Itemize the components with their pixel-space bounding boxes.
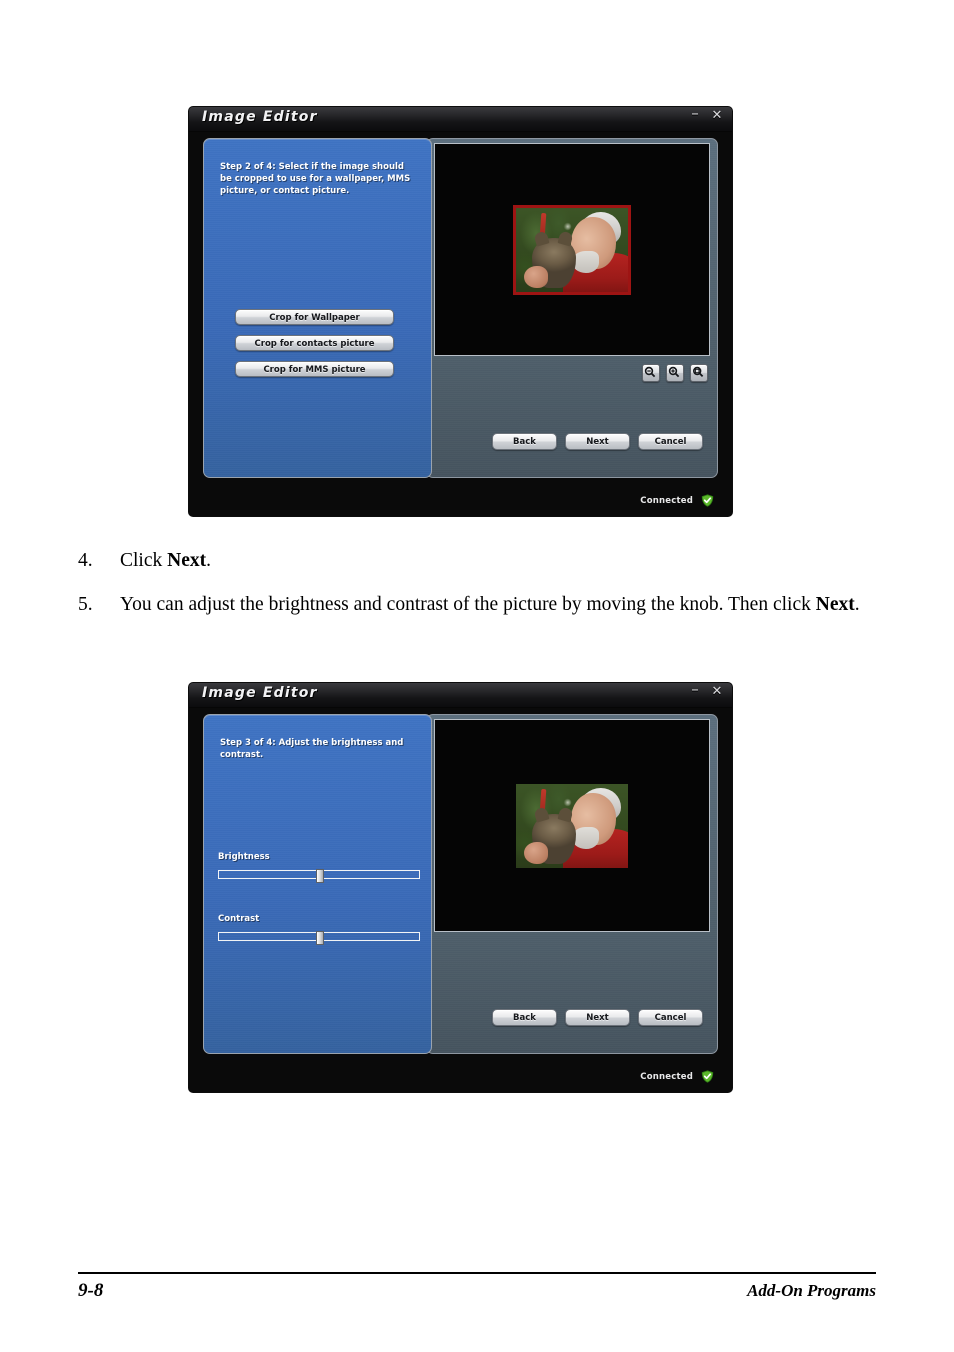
- wizard-panel: Step 3 of 4: Adjust the brightness and c…: [203, 714, 432, 1054]
- brightness-slider[interactable]: [218, 869, 420, 883]
- contrast-slider[interactable]: [218, 931, 420, 945]
- zoom-out-icon[interactable]: [642, 364, 660, 382]
- zoom-in-icon[interactable]: [666, 364, 684, 382]
- zoom-fit-icon[interactable]: [690, 364, 708, 382]
- green-check-shield-icon: [701, 494, 714, 507]
- step-text-bold: Next: [167, 550, 207, 571]
- step-text: You can adjust the brightness and contra…: [120, 592, 868, 618]
- contrast-slider-group: Contrast: [218, 914, 420, 945]
- close-icon[interactable]: ✕: [710, 684, 724, 700]
- minimize-icon[interactable]: –: [688, 107, 702, 121]
- next-button[interactable]: Next: [565, 433, 630, 450]
- window-title: Image Editor: [202, 685, 318, 701]
- brightness-slider-group: Brightness: [218, 852, 420, 883]
- list-item: 5. You can adjust the brightness and con…: [78, 592, 868, 618]
- connection-status-label: Connected: [640, 495, 693, 506]
- preview-photo-with-crop-frame: [513, 204, 631, 295]
- status-bar: Connected: [640, 494, 714, 507]
- crop-for-mms-picture-button[interactable]: Crop for MMS picture: [235, 361, 394, 377]
- close-icon[interactable]: ✕: [710, 108, 724, 124]
- step-instruction-text: Step 3 of 4: Adjust the brightness and c…: [220, 738, 404, 760]
- preview-photo-wrapper: [513, 204, 631, 295]
- photo-hand: [523, 266, 549, 289]
- list-item: 4. Click Next.: [78, 548, 868, 574]
- window-title: Image Editor: [202, 109, 318, 125]
- back-button[interactable]: Back: [492, 433, 557, 450]
- connection-status-label: Connected: [640, 1071, 693, 1082]
- brightness-label: Brightness: [218, 852, 270, 862]
- step-number: 4.: [78, 550, 93, 571]
- photo-hand: [523, 842, 549, 865]
- footer-divider: [78, 1272, 876, 1274]
- minimize-icon[interactable]: –: [688, 683, 702, 697]
- wizard-navigation: Back Next Cancel: [492, 433, 703, 450]
- cancel-button[interactable]: Cancel: [638, 433, 703, 450]
- brightness-slider-knob[interactable]: [316, 869, 324, 883]
- cancel-button[interactable]: Cancel: [638, 1009, 703, 1026]
- step-instruction-text: Step 2 of 4: Select if the image should …: [220, 162, 411, 196]
- contrast-slider-knob[interactable]: [316, 931, 324, 945]
- footer-section-title: Add-On Programs: [747, 1281, 876, 1300]
- image-editor-window-step2: Image Editor – ✕ Step 2 of 4: Select if …: [189, 107, 732, 516]
- window-content: Step 3 of 4: Adjust the brightness and c…: [203, 714, 718, 1054]
- page-footer: 9-8 Add-On Programs: [78, 1280, 876, 1302]
- photo-man-beard: [572, 827, 599, 849]
- crop-for-wallpaper-button[interactable]: Crop for Wallpaper: [235, 309, 394, 325]
- wizard-panel: Step 2 of 4: Select if the image should …: [203, 138, 432, 478]
- preview-photo: [516, 783, 628, 868]
- step-number: 5.: [78, 594, 93, 615]
- step-text-after: .: [206, 550, 211, 571]
- crop-for-contacts-picture-button[interactable]: Crop for contacts picture: [235, 335, 394, 351]
- image-preview-canvas[interactable]: [434, 143, 710, 356]
- crop-options-group: Crop for Wallpaper Crop for contacts pic…: [235, 309, 394, 377]
- back-button[interactable]: Back: [492, 1009, 557, 1026]
- image-editor-window-step3: Image Editor – ✕ Step 3 of 4: Adjust the…: [189, 683, 732, 1092]
- status-bar: Connected: [640, 1070, 714, 1083]
- step-text-before: Click: [120, 550, 168, 571]
- green-check-shield-icon: [701, 1070, 714, 1083]
- photo-man-beard: [572, 251, 599, 273]
- preview-photo-wrapper: [516, 783, 628, 868]
- window-content: Step 2 of 4: Select if the image should …: [203, 138, 718, 478]
- window-controls: – ✕: [688, 107, 724, 124]
- window-controls: – ✕: [688, 683, 724, 700]
- image-preview-canvas[interactable]: [434, 719, 710, 932]
- wizard-navigation: Back Next Cancel: [492, 1009, 703, 1026]
- footer-page-number: 9-8: [78, 1280, 104, 1301]
- instruction-list: 4. Click Next. 5. You can adjust the bri…: [78, 548, 868, 636]
- step-text-bold: Next: [815, 594, 855, 615]
- zoom-toolbar: [642, 364, 708, 382]
- step-text-after: .: [854, 594, 860, 615]
- step-text: Click Next.: [120, 548, 868, 574]
- document-page: Image Editor – ✕ Step 2 of 4: Select if …: [0, 0, 954, 1352]
- step-text-before: You can adjust the brightness and contra…: [120, 594, 816, 615]
- next-button[interactable]: Next: [565, 1009, 630, 1026]
- title-bar: Image Editor – ✕: [189, 107, 732, 132]
- contrast-label: Contrast: [218, 914, 260, 924]
- title-bar: Image Editor – ✕: [189, 683, 732, 708]
